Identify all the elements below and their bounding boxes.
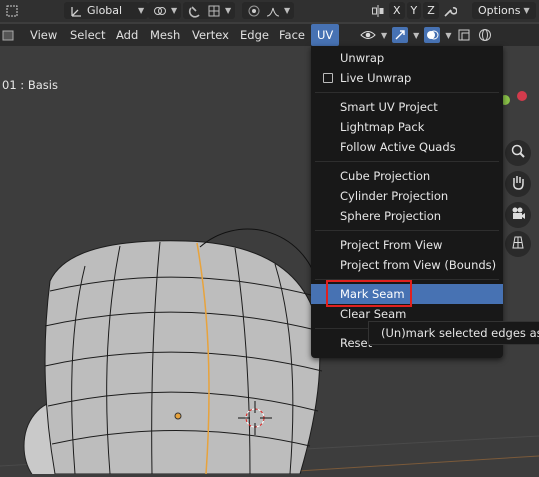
menu-item-follow-active-quads[interactable]: Follow Active Quads [311, 137, 503, 157]
wireframe-shading-icon[interactable] [477, 27, 493, 43]
x-axis-gizmo-icon[interactable] [517, 91, 527, 101]
menu-item-cylinder-projection[interactable]: Cylinder Projection [311, 186, 503, 206]
eye-icon[interactable] [360, 27, 376, 43]
menu-face[interactable]: Face [273, 24, 311, 46]
object-info-label: 01 : Basis [2, 78, 58, 92]
menu-item-project-from-view-bounds[interactable]: Project from View (Bounds) [311, 255, 503, 275]
menu-item-smart-uv-project[interactable]: Smart UV Project [311, 97, 503, 117]
chevron-down-icon: ▼ [225, 6, 232, 15]
menu-separator [315, 161, 499, 162]
menu-mesh[interactable]: Mesh [144, 24, 186, 46]
chevron-down-icon: ▼ [381, 30, 388, 40]
snap-toggle[interactable]: ▼ [183, 2, 236, 19]
snap-grid-icon [206, 3, 222, 19]
options-dropdown[interactable]: Options ▼ [472, 2, 536, 19]
menu-item-cube-projection[interactable]: Cube Projection [311, 166, 503, 186]
chevron-down-icon: ▼ [171, 6, 178, 15]
pivot-dropdown[interactable]: ▼ [148, 2, 182, 19]
menu-item-sphere-projection[interactable]: Sphere Projection [311, 206, 503, 226]
menu-add[interactable]: Add [110, 24, 144, 46]
magnet-icon [187, 3, 203, 19]
chevron-down-icon: ▼ [284, 6, 291, 15]
menu-uv[interactable]: UV [311, 24, 340, 46]
viewport-shading-controls: ▼ ▼ ▼ [360, 27, 493, 43]
wrench-icon [442, 3, 458, 19]
tool-header: Global ▼ ▼ ▼ ▼ X Y Z Options ▼ [0, 0, 539, 22]
editor-menubar: View Select Add Mesh Vertex Edge Face UV… [0, 24, 539, 46]
mirror-y-button[interactable]: Y [406, 2, 422, 19]
menu-item-live-unwrap[interactable]: Live Unwrap [311, 68, 503, 88]
camera-view-button[interactable] [505, 202, 531, 228]
options-label: Options [478, 4, 521, 17]
chevron-down-icon: ▼ [138, 6, 145, 15]
menu-view[interactable]: View [24, 24, 63, 46]
pivot-icon [152, 3, 168, 19]
xray-icon[interactable] [456, 27, 472, 43]
auto-merge-toggle[interactable] [442, 2, 458, 19]
menu-select[interactable]: Select [64, 24, 111, 46]
mirror-x-button[interactable]: X [389, 2, 405, 19]
mirror-icon [370, 3, 386, 19]
origin-dot [174, 412, 182, 420]
tooltip: (Un)mark selected edges as a seam. [368, 321, 539, 345]
chevron-down-icon: ▼ [523, 6, 530, 15]
transform-orientation-icon [68, 3, 84, 19]
uv-menu: Unwrap Live Unwrap Smart UV Project Ligh… [311, 46, 503, 358]
camera-icon [510, 205, 526, 225]
chevron-down-icon: ▼ [445, 30, 452, 40]
menu-edge[interactable]: Edge [234, 24, 275, 46]
zoom-button[interactable] [505, 140, 531, 166]
menu-separator [315, 230, 499, 231]
orientation-dropdown[interactable]: Global ▼ [64, 2, 149, 19]
monkey-head-mesh[interactable] [23, 240, 323, 477]
gizmo-icon[interactable] [392, 27, 409, 43]
select-mode-button[interactable] [4, 2, 20, 19]
perspective-toggle-button[interactable] [505, 231, 531, 257]
magnifier-icon [510, 143, 526, 163]
menu-vertex[interactable]: Vertex [186, 24, 235, 46]
overlays-icon[interactable] [424, 27, 441, 43]
mirror-axes: X Y Z [370, 2, 439, 19]
falloff-curve-icon [265, 3, 281, 19]
proportional-editing-toggle[interactable]: ▼ [242, 2, 295, 19]
orientation-label: Global [87, 4, 123, 17]
hand-icon [510, 174, 526, 194]
menu-item-project-from-view[interactable]: Project From View [311, 235, 503, 255]
checkbox-icon[interactable] [323, 73, 333, 83]
pan-button[interactable] [505, 171, 531, 197]
proportional-dot-icon [246, 3, 262, 19]
menu-separator [315, 92, 499, 93]
chevron-down-icon: ▼ [413, 30, 420, 40]
mirror-z-button[interactable]: Z [423, 2, 439, 19]
editor-type-icon[interactable] [0, 27, 16, 43]
highlight-box [326, 280, 412, 307]
menu-item-unwrap[interactable]: Unwrap [311, 48, 503, 68]
grid-icon [510, 234, 526, 254]
menu-item-lightmap-pack[interactable]: Lightmap Pack [311, 117, 503, 137]
select-box-icon [4, 3, 20, 19]
